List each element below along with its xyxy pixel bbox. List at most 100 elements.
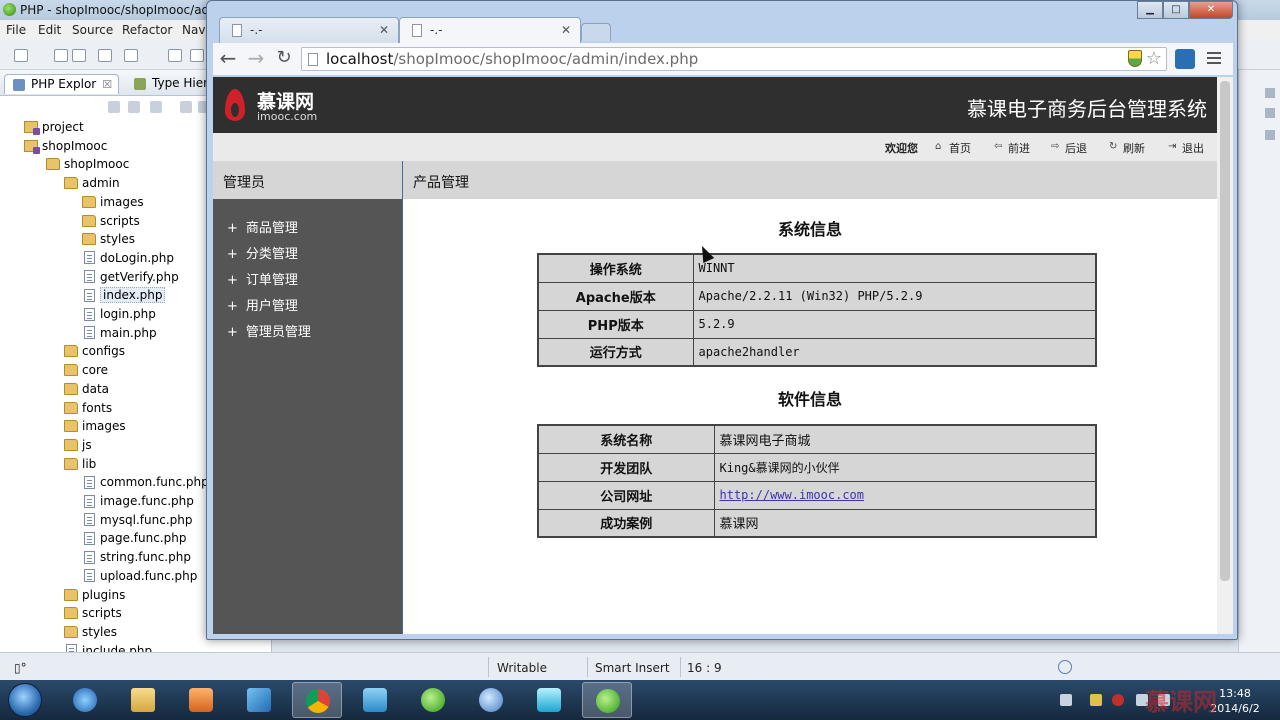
outline-icon[interactable] [1265, 130, 1275, 140]
maximize-button[interactable]: □ [1163, 1, 1189, 19]
menu-navigate[interactable]: Navi [182, 23, 209, 37]
maximize-view-icon[interactable] [1265, 108, 1275, 118]
tree-file-item[interactable]: common.func.php [82, 473, 209, 491]
browser-tab-active[interactable]: -.- ✕ [399, 17, 581, 43]
nav-home[interactable]: ⌂ 首页 [935, 140, 971, 156]
taskbar-media[interactable] [176, 682, 226, 718]
minimize-view-icon[interactable] [1265, 88, 1275, 98]
open-type-icon[interactable] [190, 49, 204, 62]
sidebar-item-orders[interactable]: + 订单管理 [227, 269, 298, 288]
tree-file-item[interactable]: login.php [82, 305, 156, 323]
tree-folder-item[interactable]: styles [82, 230, 135, 248]
menu-file[interactable]: File [6, 23, 26, 37]
close-button[interactable]: ✕ [1189, 1, 1233, 19]
menu-source[interactable]: Source [72, 23, 113, 37]
tree-file-item[interactable]: page.func.php [82, 529, 186, 547]
tree-file-item[interactable]: getVerify.php [82, 268, 179, 286]
print-icon[interactable] [98, 49, 112, 62]
tree-file-item[interactable]: image.func.php [82, 492, 194, 510]
tree-folder-item[interactable]: scripts [82, 212, 140, 230]
extension-icon[interactable] [1175, 49, 1195, 69]
nav-refresh[interactable]: ↻ 刷新 [1109, 140, 1145, 156]
tray-record-icon[interactable] [1112, 694, 1124, 706]
menu-refactor[interactable]: Refactor [122, 23, 172, 37]
tree-folder-item[interactable]: images [82, 193, 144, 211]
tree-folder-item[interactable]: scripts [64, 604, 122, 622]
tree-file-item[interactable]: string.func.php [82, 548, 191, 566]
tree-folder-item[interactable]: images [64, 417, 126, 435]
url-path: /shopImooc/shopImooc/admin/index.php [393, 50, 699, 68]
taskbar-ie[interactable] [60, 682, 110, 718]
tray-shield-icon[interactable] [1090, 694, 1102, 706]
tree-file-item[interactable]: index.php [82, 286, 166, 304]
close-tab-icon[interactable]: ✕ [561, 23, 571, 37]
tree-folder-item[interactable]: core [64, 361, 108, 379]
tree-folder-item[interactable]: shopImooc [24, 137, 107, 155]
tree-file-item[interactable]: doLogin.php [82, 249, 174, 267]
tree-folder-item[interactable]: js [64, 436, 92, 454]
imooc-flame-logo[interactable] [223, 85, 247, 125]
adblock-shield-icon[interactable] [1127, 50, 1142, 67]
taskbar-green-app[interactable] [408, 682, 458, 718]
taskbar-chat-app[interactable] [466, 682, 516, 718]
nav-logout[interactable]: ⇥ 退出 [1168, 140, 1204, 156]
back-arrow-icon[interactable] [108, 101, 120, 113]
sidebar-item-products[interactable]: + 商品管理 [227, 217, 298, 236]
media-player-icon [189, 688, 213, 712]
nav-forward[interactable]: ⇦ 前进 [994, 140, 1030, 156]
tab-php-explorer[interactable]: PHP Explor ☒ [4, 74, 120, 94]
tree-folder-item[interactable]: configs [64, 342, 125, 360]
tree-item-label: styles [100, 232, 136, 247]
up-arrow-icon[interactable] [150, 101, 162, 113]
taskbar-chrome[interactable] [292, 682, 342, 718]
start-button[interactable] [8, 683, 42, 717]
scrollbar-thumb[interactable] [1220, 81, 1230, 581]
tree-folder-item[interactable]: fonts [64, 399, 112, 417]
forward-arrow-icon[interactable]: → [245, 48, 267, 70]
tree-folder-item[interactable]: data [64, 380, 109, 398]
save-icon[interactable] [54, 49, 68, 62]
tree-folder-item[interactable]: plugins [64, 586, 125, 604]
nav-back[interactable]: ⇨ 后退 [1051, 140, 1087, 156]
close-icon[interactable]: ☒ [102, 78, 112, 91]
taskbar-bird-app[interactable] [234, 682, 284, 718]
sidebar-item-users[interactable]: + 用户管理 [227, 295, 298, 314]
run-icon[interactable] [168, 49, 182, 62]
hamburger-menu-icon[interactable] [1207, 52, 1221, 64]
sidebar-item-categories[interactable]: + 分类管理 [227, 243, 298, 262]
back-arrow-icon[interactable]: ← [217, 48, 239, 70]
tree-folder-item[interactable]: admin [64, 174, 120, 192]
taskbar-explorer[interactable] [118, 682, 168, 718]
bookmark-star-icon[interactable]: ☆ [1146, 50, 1162, 68]
taskbar-cloud-app[interactable] [524, 682, 574, 718]
tree-file-item[interactable]: upload.func.php [82, 567, 197, 585]
page-scrollbar[interactable] [1217, 77, 1233, 634]
tree-folder-item[interactable]: lib [64, 455, 96, 473]
tree-file-item[interactable]: main.php [82, 324, 157, 342]
browser-tab[interactable]: -.- ✕ [219, 17, 399, 43]
new-tab-button[interactable] [581, 23, 611, 41]
debug-icon[interactable] [124, 49, 138, 62]
taskbar-eclipse[interactable] [582, 682, 632, 718]
update-icon[interactable] [1058, 660, 1072, 674]
minimize-button[interactable]: ▁ [1137, 1, 1163, 19]
close-tab-icon[interactable]: ✕ [379, 23, 389, 37]
tree-folder-item[interactable]: shopImooc [46, 155, 129, 173]
nav-forward-label: 前进 [1008, 142, 1030, 155]
taskbar-network-app[interactable] [350, 682, 400, 718]
company-url-link[interactable]: http://www.imooc.com [720, 488, 865, 502]
url-bar[interactable]: localhost/shopImooc/shopImooc/admin/inde… [301, 47, 1167, 71]
sidebar-item-admins[interactable]: + 管理员管理 [227, 321, 311, 340]
save-all-icon[interactable] [72, 49, 86, 62]
collapse-all-icon[interactable] [180, 101, 192, 113]
tree-folder-item[interactable]: styles [64, 623, 117, 641]
page-info-icon[interactable] [308, 53, 318, 66]
new-icon[interactable] [14, 49, 28, 62]
tree-folder-item[interactable]: project [24, 118, 84, 136]
reload-icon[interactable]: ↻ [273, 48, 295, 70]
tray-keyboard-icon[interactable] [1060, 694, 1072, 706]
tree-item-label: admin [82, 176, 120, 191]
menu-edit[interactable]: Edit [38, 23, 61, 37]
forward-arrow-icon[interactable] [128, 101, 140, 113]
tree-file-item[interactable]: mysql.func.php [82, 511, 193, 529]
